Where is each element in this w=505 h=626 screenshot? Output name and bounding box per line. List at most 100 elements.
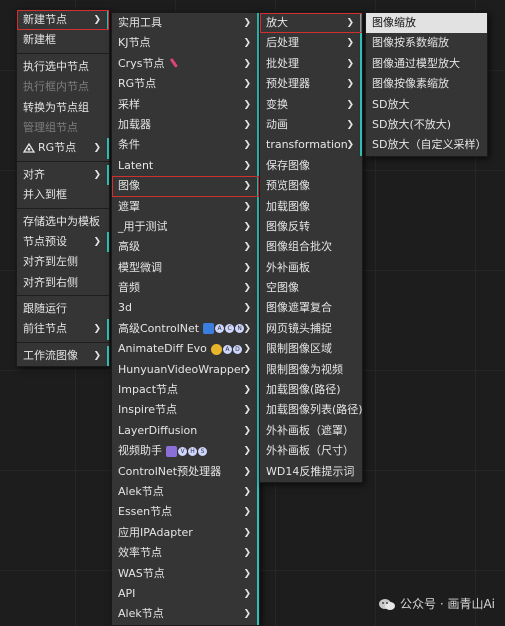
menu-item-kj[interactable]: KJ节点 ❯ [112,33,259,54]
menu-item-item[interactable]: 加载图像(路径) [260,380,362,400]
menu-item-item[interactable]: 前往节点 ❯ [17,319,109,340]
menu-item-3d[interactable]: 3d ❯ [112,298,259,319]
menu-item-item[interactable]: 图像组合批次 [260,237,362,257]
menu-item-label: 保存图像 [266,158,310,172]
chevron-right-icon: ❯ [243,364,251,375]
menu-item-item[interactable]: 限制图像区域 [260,339,362,359]
menu-item-wd14[interactable]: WD14反推提示词 [260,462,362,482]
menu-item-label: 放大 [266,16,288,29]
menu-item-label: 加载图像列表(路径) [266,403,362,417]
menu-item-label: 空图像 [266,281,299,295]
menu-item-item[interactable]: 遮罩 ❯ [112,196,259,217]
menu-item-item[interactable]: 对齐到左侧 [17,252,109,272]
menu-item-label: 跟随运行 [23,302,67,316]
menu-item-alek[interactable]: Alek节点 ❯ [112,481,259,503]
menu-item-item[interactable]: 效率节点 ❯ [112,543,259,564]
menu-item-item[interactable]: 加载器 ❯ [112,114,259,136]
menu-item-rg[interactable]: RG节点 ❯ [112,74,259,95]
menu-item-ipadapter[interactable]: 应用IPAdapter ❯ [112,522,259,544]
menu-item-item[interactable]: 空图像 [260,278,362,298]
menu-item-item[interactable]: 后处理 ❯ [260,33,362,54]
menu-item-api[interactable]: API ❯ [112,583,259,605]
menu-item-rg[interactable]: RG节点 ❯ [17,138,109,159]
chevron-right-icon: ❯ [243,425,251,436]
menu-item-item[interactable]: 外补画板（遮罩） [260,421,362,441]
menu-item-item[interactable]: 条件 ❯ [112,135,259,156]
menu-item-label: 前往节点 [23,322,67,336]
menu-item-alek[interactable]: Alek节点 ❯ [112,604,259,625]
menu-item-item[interactable]: 新建节点 ❯ [17,10,109,31]
menu-item-item[interactable]: 存储选中为模板 [17,212,109,232]
menu-item-item[interactable]: 实用工具 ❯ [112,13,259,34]
menu-item-item[interactable]: 图像通过模型放大 [366,54,487,74]
menu-item-sd[interactable]: SD放大(不放大) [366,115,487,135]
menu-item-item[interactable]: 执行选中节点 [17,57,109,77]
menu-item-item[interactable]: 工作流图像 ❯ [17,345,109,367]
menu-item-item[interactable]: 并入到框 [17,185,109,205]
menu-item-item[interactable]: 外补画板 [260,258,362,278]
menu-item-item[interactable]: 放大 ❯ [260,13,362,34]
menu-item-label: 加载器 [118,117,151,131]
menu-separator [17,160,109,162]
menu-item-item[interactable]: 预处理器 ❯ [260,74,362,95]
menu-item-item[interactable]: 图像按像素缩放 [366,74,487,94]
menu-item-label: 高级 [118,240,140,254]
menu-item-item[interactable]: 转换为节点组 [17,98,109,118]
menu-item-item[interactable]: 图像 ❯ [112,176,259,197]
menu-item-hunyuanvideowrapper[interactable]: HunyuanVideoWrapper ❯ [112,359,259,381]
menu-item-item[interactable]: 批处理 ❯ [260,53,362,75]
menu-item-label: 预览图像 [266,179,310,193]
menu-item-item[interactable]: 预览图像 [260,176,362,196]
menu-item-item[interactable]: 外补画板（尺寸） [260,441,362,461]
menu-item-label: Essen节点 [118,505,173,519]
menu-item-item[interactable]: 图像反转 [260,217,362,237]
menu-item-item[interactable]: 图像缩放 [366,13,487,34]
menu-item-label: 外补画板（遮罩） [266,423,354,437]
menu-item-item[interactable]: 图像遮罩复合 [260,298,362,318]
menu-item-controlnet[interactable]: ControlNet预处理器 ❯ [112,461,259,482]
menu-item-transformation[interactable]: transformation ❯ [260,135,362,156]
menu-item-label: 视频助手 [118,444,162,458]
menu-item-layerdiffusion[interactable]: LayerDiffusion ❯ [112,420,259,442]
menu-item-was[interactable]: WAS节点 ❯ [112,563,259,584]
menu-item-item[interactable]: 高级 ❯ [112,237,259,258]
menu-item-item[interactable]: _用于测试 ❯ [112,216,259,238]
menu-item-item[interactable]: 图像按系数缩放 [366,33,487,53]
menu-item-sd[interactable]: SD放大 [366,95,487,115]
menu-item-label: 对齐到右侧 [23,275,78,289]
menu-item-item[interactable]: 动画 ❯ [260,114,362,136]
menu-item-item[interactable]: 加载图像 [260,197,362,217]
menu-item-item[interactable]: 跟随运行 [17,299,109,319]
menu-item-impact[interactable]: Impact节点 ❯ [112,380,259,401]
menu-item-inspire[interactable]: Inspire节点 ❯ [112,400,259,421]
chevron-right-icon: ❯ [243,609,251,620]
menu-item-item[interactable]: 对齐到右侧 [17,273,109,293]
menu-item-controlnet[interactable]: 高级ControlNet A C N ❯ [112,318,259,340]
menu-item-sd[interactable]: SD放大（自定义采样） [366,135,487,155]
menu-item-label: 图像按像素缩放 [372,77,449,91]
menu-item-item[interactable]: 限制图像为视频 [260,360,362,380]
chevron-right-icon: ❯ [243,405,251,416]
menu-item-item[interactable]: 变换 ❯ [260,94,362,115]
menu-item-item[interactable]: 新建框 [17,30,109,50]
menu-item-label: 并入到框 [23,188,67,202]
menu-item-item[interactable]: 对齐 ❯ [17,164,109,186]
menu-item-item[interactable]: 加载图像列表(路径) [260,400,362,420]
menu-item-label: 图像按系数缩放 [372,36,449,50]
menu-item-label: SD放大 [372,97,410,111]
menu-item-item[interactable]: 保存图像 [260,156,362,176]
menu-item-essen[interactable]: Essen节点 ❯ [112,502,259,523]
chevron-right-icon: ❯ [243,242,251,253]
menu-item-item[interactable]: 视频助手 V H S ❯ [112,441,259,462]
menu-separator [17,341,109,343]
menu-item-animatediff-evo[interactable]: AnimateDiff Evo A D ❯ [112,339,259,360]
menu-item-label: WAS节点 [118,566,165,580]
menu-item-item[interactable]: 采样 ❯ [112,94,259,115]
menu-item-crys[interactable]: Crys节点 ❯ [112,53,259,75]
menu-item-item[interactable]: 模型微调 ❯ [112,257,259,279]
menu-item-item[interactable]: 节点预设 ❯ [17,231,109,253]
menu-item-item[interactable]: 网页镜头捕捉 [260,319,362,339]
menu-item-item[interactable]: 音频 ❯ [112,278,259,299]
menu-item-latent[interactable]: Latent ❯ [112,155,259,177]
menu-item-label: RG节点 [38,141,77,155]
